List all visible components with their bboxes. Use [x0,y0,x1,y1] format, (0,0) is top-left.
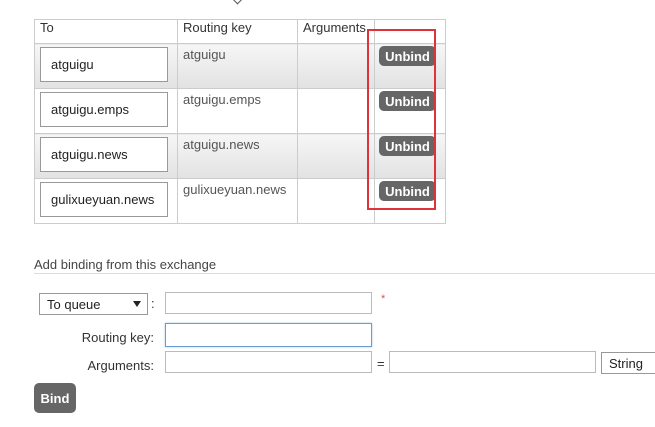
destination-name-input[interactable] [165,292,372,314]
destination-type-value: To queue [47,296,101,312]
bind-button[interactable]: Bind [34,383,76,413]
binding-routing-key: atguigu [183,47,226,62]
unbind-button[interactable]: Unbind [379,91,436,111]
col-header-routing-key: Routing key [177,19,298,44]
unbind-button[interactable]: Unbind [379,181,436,201]
routing-key-label: Routing key: [81,330,154,345]
argument-key-input[interactable] [165,351,372,373]
table-row: atguigu.emps atguigu.emps Unbind [34,88,446,134]
argument-value-input[interactable] [389,351,596,373]
binding-arguments [298,89,374,92]
add-binding-section-title: Add binding from this exchange [34,257,217,272]
destination-type-select[interactable]: To queue [39,293,148,315]
required-marker: * [381,293,386,305]
table-row: gulixueyuan.news gulixueyuan.news Unbind [34,178,446,224]
binding-arguments [298,134,374,137]
col-header-to: To [34,19,178,44]
routing-key-input[interactable] [165,323,372,347]
argument-type-value: String [609,355,643,371]
destination-colon: : [151,296,155,311]
dropdown-arrow-icon [133,301,141,307]
binding-destination-link[interactable]: atguigu.news [40,137,168,172]
unbind-button[interactable]: Unbind [379,136,436,156]
unbind-button[interactable]: Unbind [379,46,436,66]
section-divider [34,273,655,274]
binding-routing-key: gulixueyuan.news [183,182,287,197]
binding-routing-key: atguigu.emps [183,92,262,107]
binding-destination-link[interactable]: atguigu.emps [40,92,168,127]
binding-arguments [298,179,374,182]
arguments-label: Arguments: [87,358,154,373]
bindings-table: To Routing key Arguments atguigu atguigu… [34,19,446,224]
argument-type-select[interactable]: String [601,352,655,374]
collapse-chevron-icon[interactable] [232,0,243,5]
col-header-action [374,19,446,44]
binding-destination-link[interactable]: gulixueyuan.news [40,182,168,217]
binding-routing-key: atguigu.news [183,137,260,152]
equals-sign: = [377,356,385,371]
table-row: atguigu atguigu Unbind [34,43,446,89]
col-header-arguments: Arguments [297,19,375,44]
table-header-row: To Routing key Arguments [34,19,446,44]
binding-arguments [298,44,374,47]
table-row: atguigu.news atguigu.news Unbind [34,133,446,179]
binding-destination-link[interactable]: atguigu [40,47,168,82]
